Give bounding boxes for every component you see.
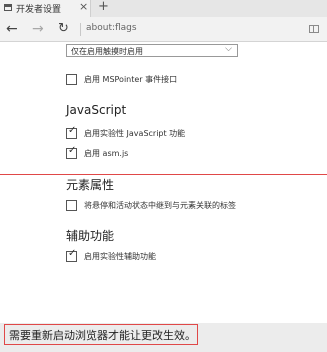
tab-bar: 开发者设置 × + bbox=[0, 0, 327, 17]
chevron-down-icon: ⌵ bbox=[225, 44, 232, 54]
tab-title: 开发者设置 bbox=[16, 5, 62, 15]
new-tab-icon[interactable]: + bbox=[98, 0, 109, 14]
page-icon bbox=[4, 4, 12, 11]
relay-hover-checkbox[interactable] bbox=[66, 200, 77, 211]
section-heading-javascript: JavaScript bbox=[66, 103, 127, 117]
mspointer-checkbox[interactable] bbox=[66, 74, 77, 85]
checkmark-icon: ✓ bbox=[68, 145, 77, 156]
address-divider bbox=[80, 23, 81, 36]
forward-arrow-icon[interactable]: → bbox=[32, 21, 44, 37]
touch-events-select[interactable]: 仅在启用触摸时启用 ⌵ bbox=[66, 44, 238, 57]
experimental-js-label: 启用实验性 JavaScript 功能 bbox=[84, 129, 186, 138]
reading-view-icon[interactable] bbox=[309, 25, 319, 33]
section-heading-accessibility: 辅助功能 bbox=[66, 229, 115, 243]
annotation-red-box bbox=[4, 324, 198, 345]
experimental-js-checkbox[interactable]: ✓ bbox=[66, 125, 77, 139]
close-tab-icon[interactable]: × bbox=[79, 0, 88, 13]
refresh-icon[interactable]: ↻ bbox=[58, 21, 69, 36]
asmjs-label: 启用 asm.js bbox=[84, 149, 129, 158]
experimental-accessibility-checkbox[interactable]: ✓ bbox=[66, 248, 77, 262]
checkmark-icon: ✓ bbox=[68, 248, 77, 259]
section-heading-element-properties: 元素属性 bbox=[66, 178, 115, 192]
touch-events-select-value: 仅在启用触摸时启用 bbox=[71, 47, 143, 56]
annotation-red-line bbox=[0, 174, 327, 175]
experimental-accessibility-label: 启用实验性辅助功能 bbox=[84, 252, 156, 261]
tab-developer-settings[interactable]: 开发者设置 × bbox=[0, 0, 91, 17]
mspointer-label: 启用 MSPointer 事件接口 bbox=[84, 75, 178, 84]
url-field[interactable]: about:flags bbox=[86, 23, 137, 33]
asmjs-checkbox[interactable]: ✓ bbox=[66, 145, 77, 159]
address-bar: ← → ↻ about:flags bbox=[0, 17, 327, 42]
relay-hover-label: 将悬停和活动状态中继到与元素关联的标签 bbox=[84, 201, 236, 210]
checkmark-icon: ✓ bbox=[68, 125, 77, 136]
back-arrow-icon[interactable]: ← bbox=[6, 21, 18, 37]
